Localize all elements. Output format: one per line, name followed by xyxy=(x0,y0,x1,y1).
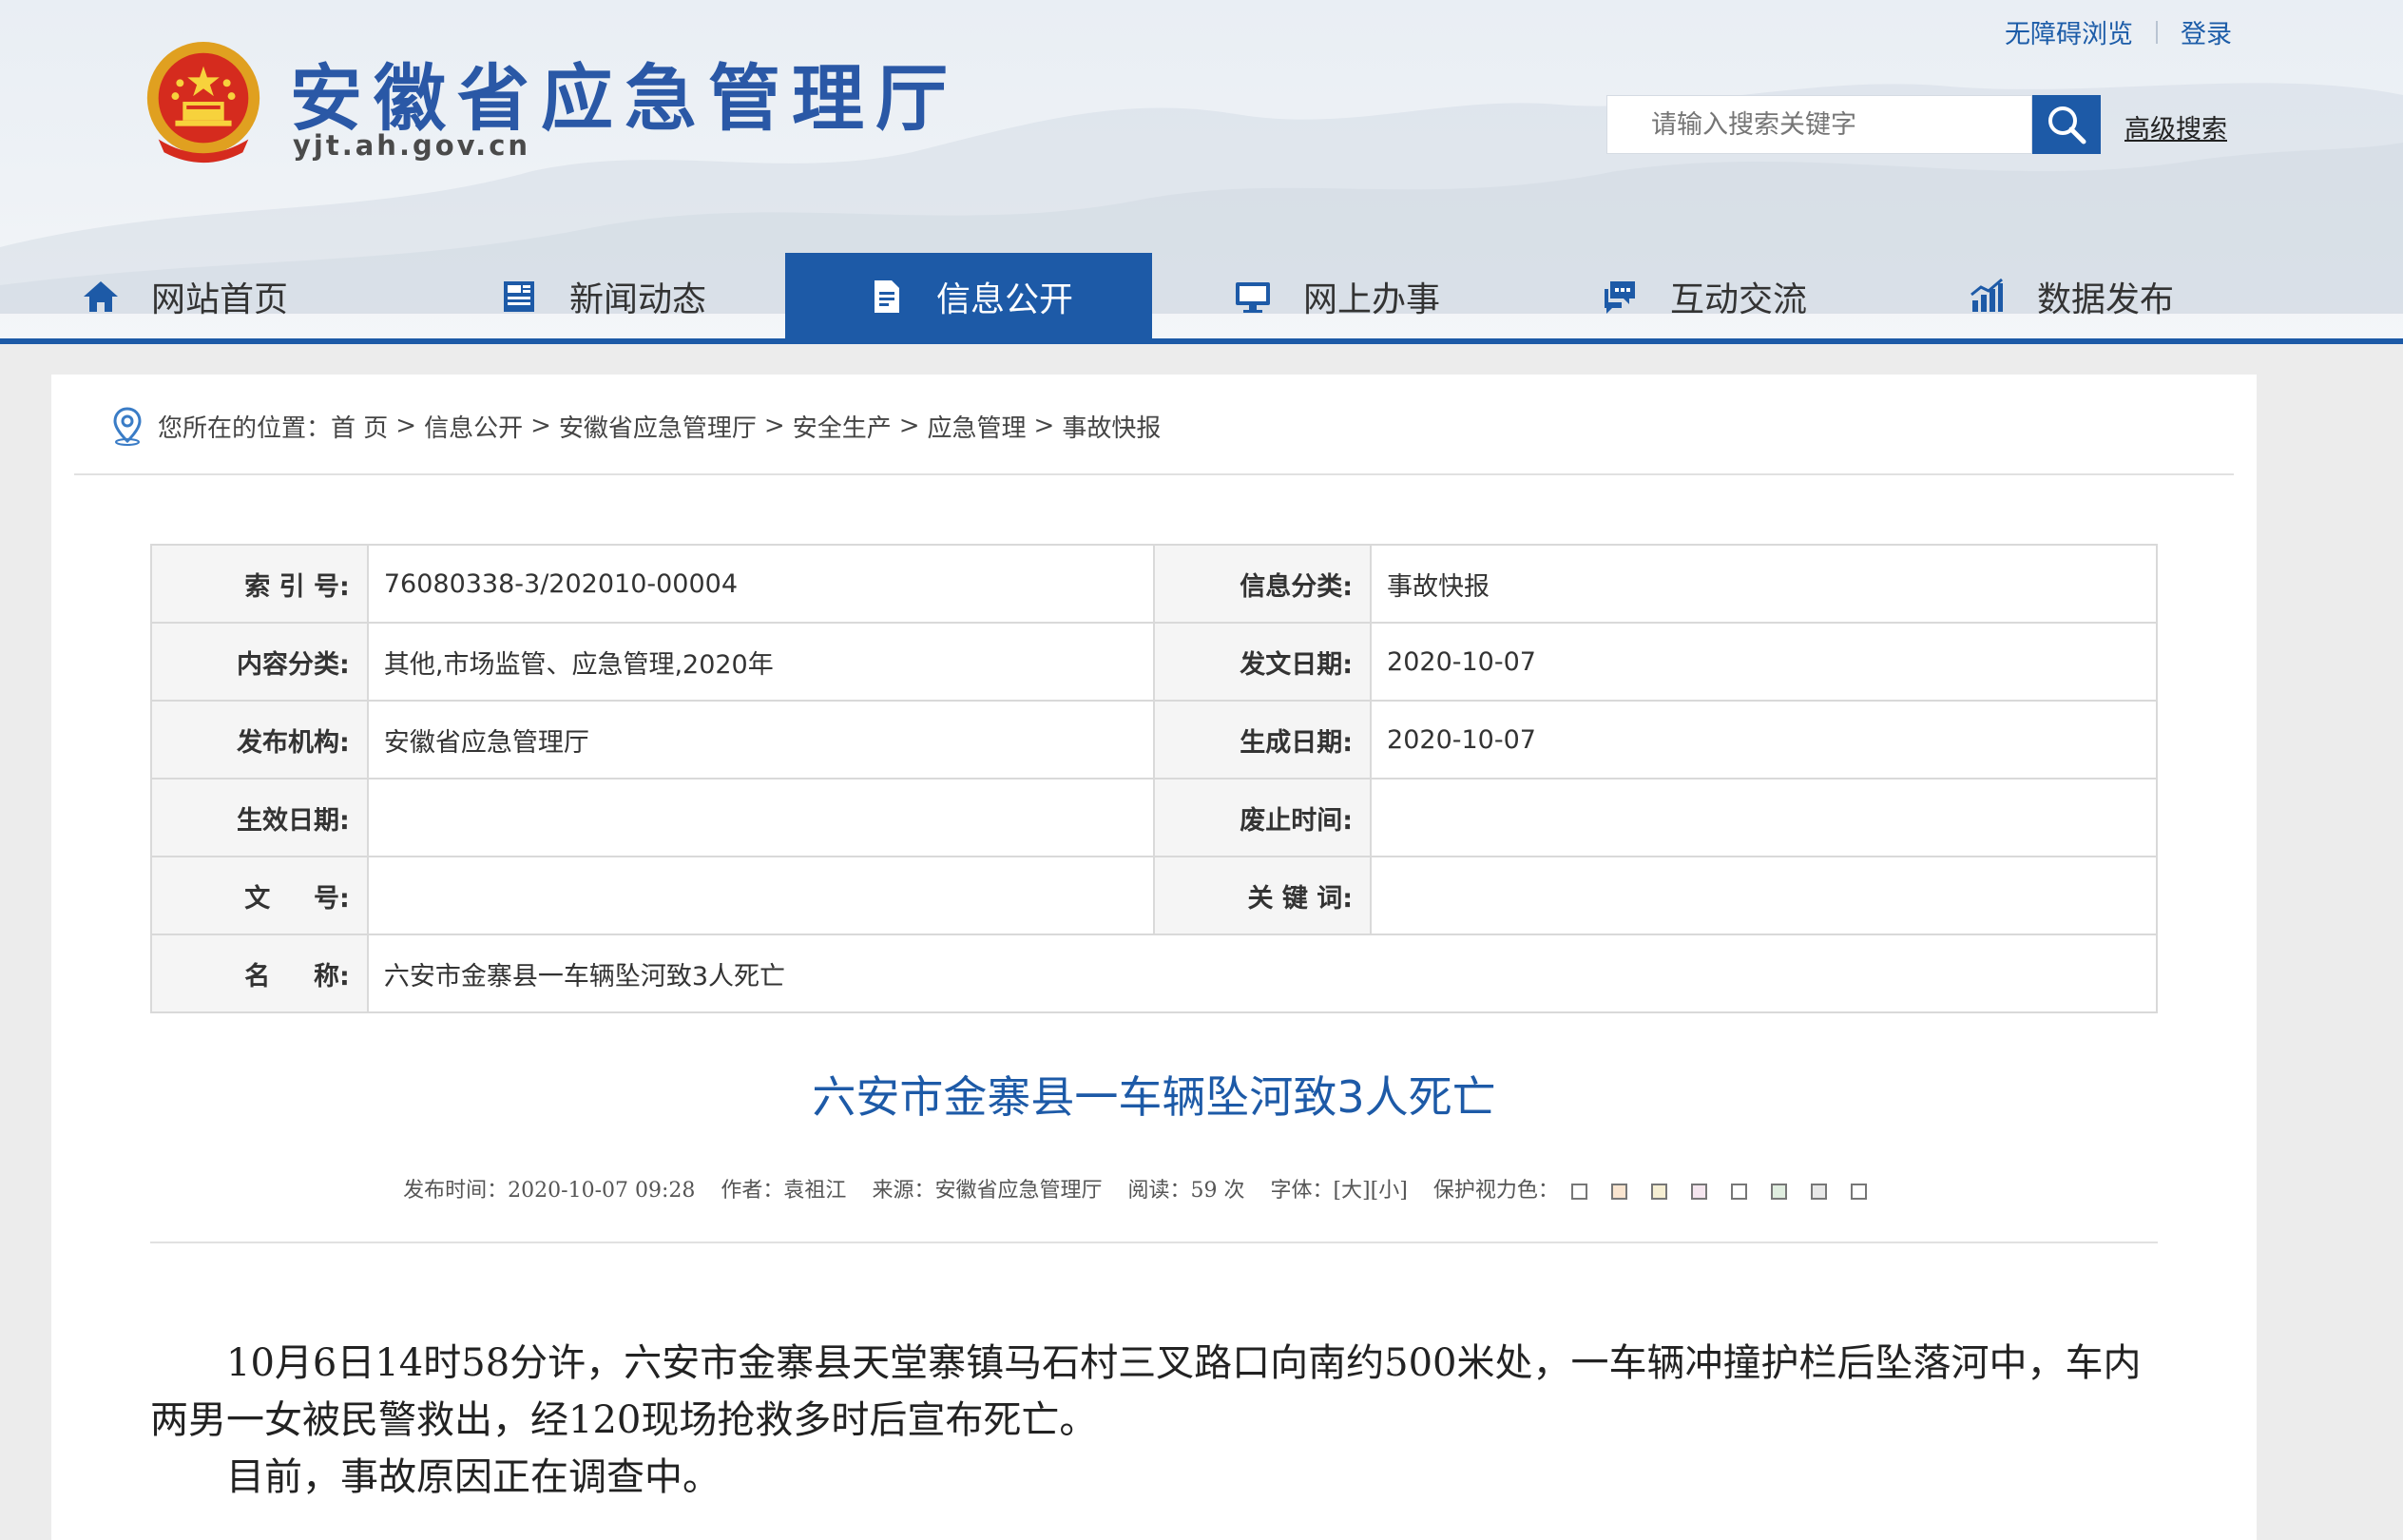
issue-date-label: 发文日期: xyxy=(1153,622,1373,702)
eye-care-color-swatch[interactable] xyxy=(1850,1183,1867,1200)
meta-divider xyxy=(150,1242,2158,1243)
index-number-value: 76080338-3/202010-00004 xyxy=(366,544,1156,624)
eye-care-swatches xyxy=(1570,1183,1886,1200)
publish-time: 发布时间：2020-10-07 09:28 xyxy=(403,1179,696,1203)
breadcrumb-emergency-management[interactable]: 应急管理 xyxy=(928,409,1027,444)
created-date-label: 生成日期: xyxy=(1153,700,1373,780)
breadcrumb-accident-report[interactable]: 事故快报 xyxy=(1062,409,1161,444)
issue-date-value: 2020-10-07 xyxy=(1370,622,2158,702)
effective-date-label: 生效日期: xyxy=(150,778,369,857)
table-row: 索 引 号: 76080338-3/202010-00004 信息分类: 事故快… xyxy=(150,544,2158,624)
article-meta: 发布时间：2020-10-07 09:28 作者：袁祖江 来源：安徽省应急管理厅… xyxy=(51,1173,2257,1203)
font-size-label: 字体： xyxy=(1270,1179,1334,1203)
document-icon xyxy=(864,275,908,318)
eye-care-color-swatch[interactable] xyxy=(1690,1183,1707,1200)
keywords-value xyxy=(1370,856,2158,935)
news-icon xyxy=(497,275,541,318)
table-row: 内容分类: 其他,市场监管、应急管理,2020年 发文日期: 2020-10-0… xyxy=(150,622,2158,702)
login-link[interactable]: 登录 xyxy=(2181,13,2232,50)
breadcrumb-safety-production[interactable]: 安全生产 xyxy=(793,409,892,444)
nav-item-interaction[interactable]: 互动交流 xyxy=(1519,253,1886,340)
article-title: 六安市金寨县一车辆坠河致3人死亡 xyxy=(812,1071,1496,1123)
eye-care-color-swatch[interactable] xyxy=(1810,1183,1827,1200)
eye-care-color-swatch[interactable] xyxy=(1770,1183,1787,1200)
breadcrumb-info-disclosure[interactable]: 信息公开 xyxy=(424,409,523,444)
nav-label: 互动交流 xyxy=(1669,280,1807,319)
eye-care-color-swatch[interactable] xyxy=(1650,1183,1667,1200)
site-domain: yjt.ah.gov.cn xyxy=(293,129,531,162)
article-paragraph: 10月6日14时58分许，六安市金寨县天堂寨镇马石村三叉路口向南约500米处，一… xyxy=(150,1341,2142,1442)
document-metadata-table: 索 引 号: 76080338-3/202010-00004 信息分类: 事故快… xyxy=(150,544,2159,1013)
document-name-value: 六安市金寨县一车辆坠河致3人死亡 xyxy=(366,934,2159,1013)
document-number-value xyxy=(366,856,1156,935)
nav-item-online-services[interactable]: 网上办事 xyxy=(1152,253,1519,340)
nav-label: 网站首页 xyxy=(150,280,288,319)
national-emblem-logo xyxy=(146,41,260,164)
breadcrumb: 您所在的位置： 首 页 > 信息公开 > 安徽省应急管理厅 > 安全生产 > 应… xyxy=(108,407,1161,446)
info-category-label: 信息分类: xyxy=(1153,544,1373,624)
nav-label: 新闻动态 xyxy=(568,280,706,319)
nav-item-home[interactable]: 网站首页 xyxy=(0,253,367,340)
nav-label: 网上办事 xyxy=(1302,280,1440,319)
table-row: 名 称: 六安市金寨县一车辆坠河致3人死亡 xyxy=(150,934,2159,1013)
view-count: 阅读：59 次 xyxy=(1127,1179,1245,1203)
top-links-divider xyxy=(2156,20,2158,44)
content-category-value: 其他,市场监管、应急管理,2020年 xyxy=(366,622,1156,702)
document-number-label: 文 号: xyxy=(150,856,369,935)
advanced-search-link[interactable]: 高级搜索 xyxy=(2124,108,2227,145)
created-date-value: 2020-10-07 xyxy=(1370,700,2158,780)
home-icon xyxy=(79,275,123,318)
publisher-value: 安徽省应急管理厅 xyxy=(366,700,1156,780)
source: 来源：安徽省应急管理厅 xyxy=(872,1179,1103,1203)
breadcrumb-department[interactable]: 安徽省应急管理厅 xyxy=(559,409,757,444)
eye-care-color-swatch[interactable] xyxy=(1610,1183,1627,1200)
table-row: 生效日期: 废止时间: xyxy=(150,778,2158,857)
search-box xyxy=(1606,95,2032,154)
breadcrumb-separator: > xyxy=(763,412,785,440)
eye-care-color-swatch[interactable] xyxy=(1730,1183,1747,1200)
document-name-label: 名 称: xyxy=(150,934,369,1013)
breadcrumb-separator: > xyxy=(530,412,551,440)
table-row: 发布机构: 安徽省应急管理厅 生成日期: 2020-10-07 xyxy=(150,700,2158,780)
top-links: 无障碍浏览 登录 xyxy=(2005,13,2232,50)
breadcrumb-prefix: 您所在的位置： xyxy=(158,414,332,443)
content-category-label: 内容分类: xyxy=(150,622,369,702)
chat-icon xyxy=(1598,275,1642,318)
breadcrumb-separator: > xyxy=(898,412,920,440)
article-body: 10月6日14时58分许，六安市金寨县天堂寨镇马石村三叉路口向南约500米处，一… xyxy=(150,1335,2162,1506)
repeal-date-value xyxy=(1370,778,2158,857)
chart-icon xyxy=(1965,275,2009,318)
nav-item-news[interactable]: 新闻动态 xyxy=(418,253,785,340)
eye-care-color-swatch[interactable] xyxy=(1570,1183,1587,1200)
nav-item-info-disclosure[interactable]: 信息公开 xyxy=(785,253,1152,340)
breadcrumb-divider xyxy=(74,473,2234,475)
info-category-value: 事故快报 xyxy=(1370,544,2158,624)
nav-label: 信息公开 xyxy=(935,280,1073,319)
table-row: 文 号: 关 键 词: xyxy=(150,856,2158,935)
breadcrumb-separator: > xyxy=(1033,412,1055,440)
nav-item-data-release[interactable]: 数据发布 xyxy=(1886,253,2253,340)
breadcrumb-separator: > xyxy=(395,412,417,440)
effective-date-value xyxy=(366,778,1156,857)
publisher-label: 发布机构: xyxy=(150,700,369,780)
article-paragraph: 目前，事故原因正在调查中。 xyxy=(226,1455,721,1499)
main-content: 您所在的位置： 首 页 > 信息公开 > 安徽省应急管理厅 > 安全生产 > 应… xyxy=(51,375,2257,1540)
location-pin-icon xyxy=(113,407,142,446)
keywords-label: 关 键 词: xyxy=(1153,856,1373,935)
search-icon xyxy=(2048,106,2086,144)
accessibility-link[interactable]: 无障碍浏览 xyxy=(2005,13,2133,50)
index-number-label: 索 引 号: xyxy=(150,544,369,624)
eye-care-label: 保护视力色： xyxy=(1432,1179,1559,1203)
nav-label: 数据发布 xyxy=(2036,280,2174,319)
font-small-button[interactable]: [小] xyxy=(1371,1179,1408,1203)
search-button[interactable] xyxy=(2032,95,2101,154)
monitor-icon xyxy=(1231,275,1275,318)
font-large-button[interactable]: [大] xyxy=(1333,1179,1370,1203)
repeal-date-label: 废止时间: xyxy=(1153,778,1373,857)
search-input[interactable] xyxy=(1607,96,2031,153)
breadcrumb-home[interactable]: 首 页 xyxy=(331,409,388,444)
author: 作者：袁祖江 xyxy=(721,1179,847,1203)
